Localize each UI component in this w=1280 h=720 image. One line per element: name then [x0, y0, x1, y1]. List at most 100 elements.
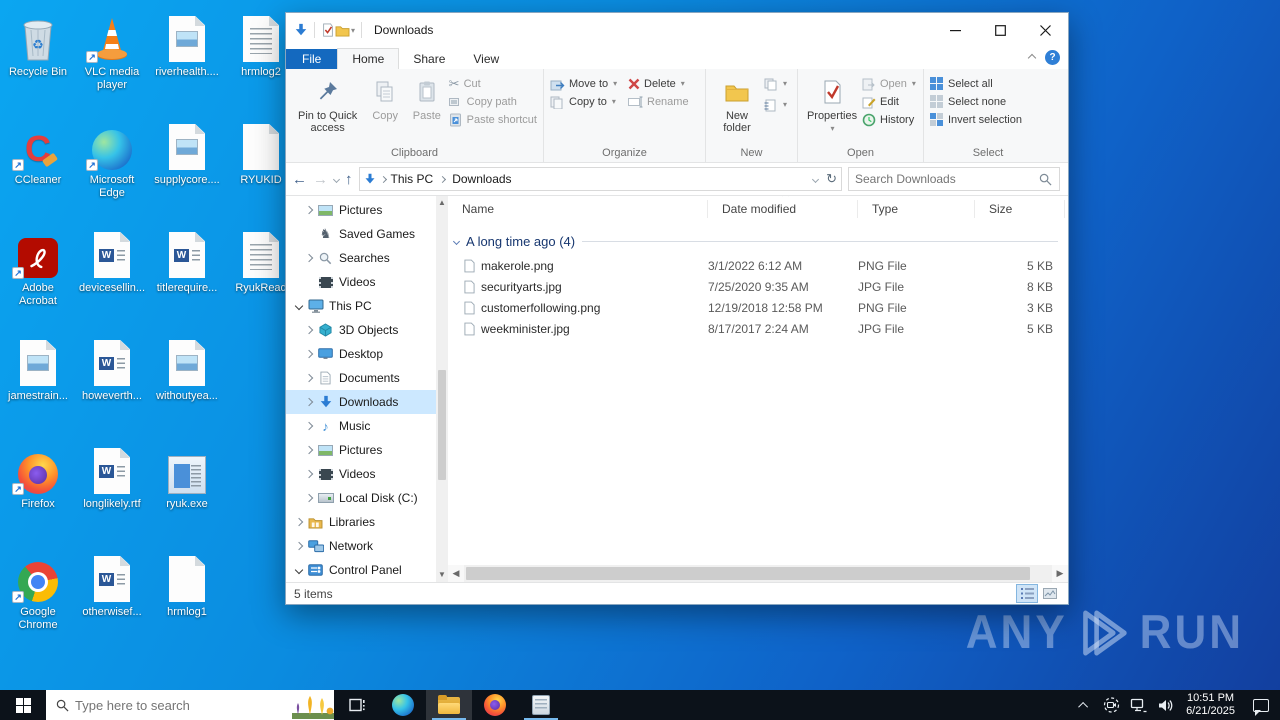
desktop-icon-riverhealth[interactable]: riverhealth....	[151, 10, 223, 79]
copy-to-button[interactable]: Copy to▾	[550, 95, 626, 109]
rename-button[interactable]: Rename	[628, 95, 689, 109]
desktop-icon-edge[interactable]: ↗ Microsoft Edge	[76, 118, 148, 200]
nav-item-music[interactable]: ♪ Music	[286, 414, 436, 438]
title-bar[interactable]: ▾ Downloads	[286, 13, 1068, 47]
expand-chevron-icon[interactable]	[305, 422, 313, 430]
desktop-icon-hrmlog1[interactable]: hrmlog1	[151, 550, 223, 619]
desktop-icon-howeverth[interactable]: W howeverth...	[76, 334, 148, 403]
qat-customize-chevron-icon[interactable]: ▾	[351, 26, 355, 35]
close-button[interactable]	[1023, 13, 1068, 47]
minimize-ribbon-chevron-icon[interactable]	[1028, 53, 1036, 61]
volume-button[interactable]	[1152, 690, 1179, 720]
nav-item-pictures[interactable]: Pictures	[286, 438, 436, 462]
desktop-icon-devicesellin[interactable]: W devicesellin...	[76, 226, 148, 295]
desktop-icon-acrobat[interactable]: ↗ Adobe Acrobat	[2, 226, 74, 308]
file-row[interactable]: securityarts.jpg 7/25/2020 9:35 AM JPG F…	[448, 276, 1068, 297]
taskbar-file-explorer-button[interactable]	[426, 690, 472, 720]
new-item-button[interactable]: ▾	[764, 77, 787, 91]
group-header[interactable]: A long time ago (4)	[454, 234, 1068, 249]
nav-item-saved-games[interactable]: ♞ Saved Games	[286, 222, 436, 246]
copy-button[interactable]: Copy	[365, 73, 405, 124]
taskbar-search-box[interactable]	[46, 690, 334, 720]
nav-item-libraries[interactable]: Libraries	[286, 510, 436, 534]
copy-path-button[interactable]: Copy path	[449, 95, 537, 109]
expand-chevron-icon[interactable]	[305, 206, 313, 214]
taskbar-notepad-button[interactable]	[518, 690, 564, 720]
delete-button[interactable]: Delete▾	[628, 77, 689, 91]
column-header-size[interactable]: Size	[975, 200, 1065, 218]
refresh-icon[interactable]: ↻	[826, 171, 837, 187]
search-icon[interactable]	[1039, 173, 1052, 186]
nav-item-downloads[interactable]: Downloads	[286, 390, 436, 414]
taskbar-search-input[interactable]	[75, 698, 286, 713]
breadcrumb-this-pc[interactable]: This PC	[391, 172, 434, 186]
search-box[interactable]	[848, 167, 1060, 191]
desktop-icon-recycle-bin[interactable]: ♻ Recycle Bin	[2, 10, 74, 79]
desktop-icon-withoutyea[interactable]: withoutyea...	[151, 334, 223, 403]
file-row[interactable]: customerfollowing.png 12/19/2018 12:58 P…	[448, 297, 1068, 318]
new-folder-button[interactable]: New folder	[712, 73, 762, 136]
scroll-down-arrow-icon[interactable]: ▼	[438, 568, 446, 582]
expand-chevron-icon[interactable]	[305, 446, 313, 454]
move-to-button[interactable]: Move to▾	[550, 77, 626, 91]
nav-item-this-pc[interactable]: This PC	[286, 294, 436, 318]
expand-chevron-icon[interactable]	[295, 542, 303, 550]
search-input[interactable]	[849, 172, 1039, 186]
expand-chevron-icon[interactable]	[305, 470, 313, 478]
expand-chevron-icon[interactable]	[305, 254, 313, 262]
select-all-button[interactable]: Select all	[930, 77, 1022, 91]
paste-button[interactable]: Paste	[407, 73, 447, 124]
nav-item-videos-qa[interactable]: Videos	[286, 270, 436, 294]
details-view-button[interactable]	[1017, 585, 1037, 602]
tab-view[interactable]: View	[459, 49, 513, 69]
expand-chevron-icon[interactable]	[305, 350, 313, 358]
tab-file[interactable]: File	[286, 49, 337, 69]
column-header-type[interactable]: Type	[858, 200, 975, 218]
desktop-icon-vlc[interactable]: ↗ VLC media player	[76, 10, 148, 92]
horizontal-scrollbar[interactable]: ◀ ▶	[448, 565, 1068, 582]
edit-button[interactable]: Edit	[862, 95, 916, 109]
taskbar-edge-button[interactable]	[380, 690, 426, 720]
invert-selection-button[interactable]: Invert selection	[930, 113, 1022, 127]
task-view-button[interactable]	[334, 690, 380, 720]
scroll-right-arrow-icon[interactable]: ▶	[1052, 568, 1068, 579]
scrollbar-thumb[interactable]	[438, 370, 446, 480]
help-icon[interactable]: ?	[1045, 50, 1060, 65]
expand-chevron-icon[interactable]	[295, 518, 303, 526]
file-row[interactable]: makerole.png 3/1/2022 6:12 AM PNG File 5…	[448, 255, 1068, 276]
group-collapse-chevron-icon[interactable]	[453, 238, 460, 245]
history-button[interactable]: History	[862, 113, 916, 127]
nav-item-desktop[interactable]: Desktop	[286, 342, 436, 366]
nav-item-documents[interactable]: Documents	[286, 366, 436, 390]
qat-new-folder-icon[interactable]	[335, 24, 350, 37]
desktop-icon-ryuk-exe[interactable]: ryuk.exe	[151, 442, 223, 511]
desktop-icon-jamestrain[interactable]: jamestrain...	[2, 334, 74, 403]
desktop-icon-otherwisef[interactable]: W otherwisef...	[76, 550, 148, 619]
taskbar-clock[interactable]: 10:51 PM 6/21/2025	[1179, 692, 1242, 718]
expand-chevron-icon[interactable]	[305, 494, 313, 502]
select-none-button[interactable]: Select none	[930, 95, 1022, 109]
scrollbar-thumb[interactable]	[466, 567, 1030, 580]
nav-item-local-disk[interactable]: Local Disk (C:)	[286, 486, 436, 510]
recent-locations-chevron-icon[interactable]	[333, 175, 340, 182]
start-button[interactable]	[0, 690, 46, 720]
thumbnail-view-button[interactable]	[1040, 585, 1060, 602]
qat-properties-icon[interactable]	[321, 23, 335, 37]
file-row[interactable]: weekminister.jpg 8/17/2017 2:24 AM JPG F…	[448, 318, 1068, 339]
nav-item-videos[interactable]: Videos	[286, 462, 436, 486]
breadcrumb-downloads[interactable]: Downloads	[452, 172, 511, 186]
scroll-up-arrow-icon[interactable]: ▲	[438, 196, 446, 210]
up-button[interactable]: ↑	[345, 171, 353, 188]
taskbar-firefox-button[interactable]	[472, 690, 518, 720]
column-header-date-modified[interactable]: Date modified	[708, 200, 858, 218]
minimize-button[interactable]	[933, 13, 978, 47]
desktop-icon-titlerequire[interactable]: W titlerequire...	[151, 226, 223, 295]
desktop-icon-supplycore[interactable]: supplycore....	[151, 118, 223, 187]
nav-vertical-scrollbar[interactable]: ▲ ▼	[436, 196, 448, 582]
open-button[interactable]: Open▾	[862, 77, 916, 91]
desktop-icon-firefox[interactable]: ↗ Firefox	[2, 442, 74, 511]
expand-chevron-icon[interactable]	[305, 326, 313, 334]
meet-now-button[interactable]	[1098, 690, 1125, 720]
paste-shortcut-button[interactable]: Paste shortcut	[449, 113, 537, 127]
maximize-button[interactable]	[978, 13, 1023, 47]
